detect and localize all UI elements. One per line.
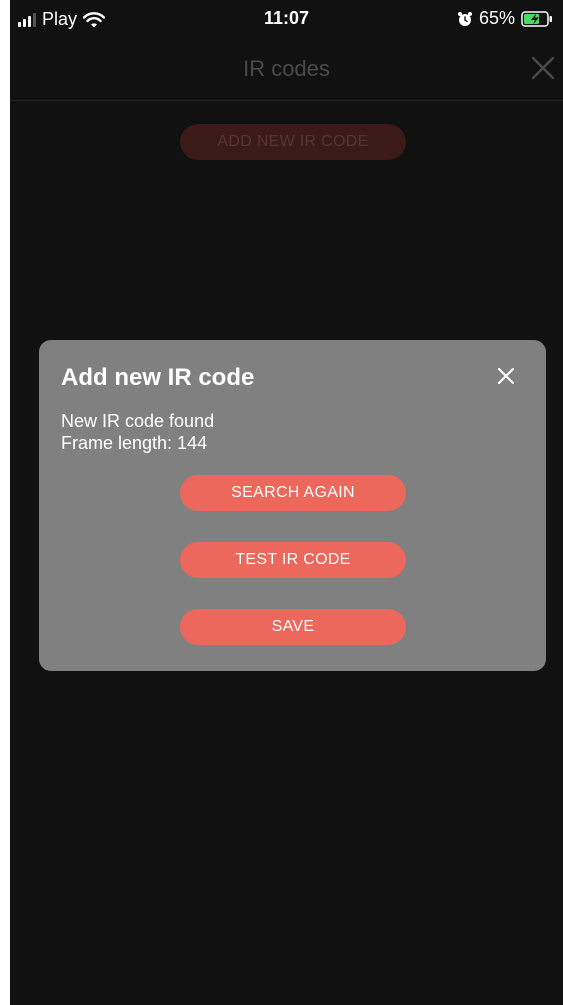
ir-code-found-text: New IR code found bbox=[61, 411, 215, 431]
add-ir-code-dialog: Add new IR code New IR code found Frame … bbox=[39, 340, 546, 671]
app-screen: Play 11:07 65% IR codes ADD NEW IR CODE … bbox=[10, 0, 563, 1005]
wifi-icon bbox=[83, 11, 106, 27]
status-left: Play bbox=[18, 9, 106, 30]
battery-percent: 65% bbox=[478, 8, 515, 28]
alarm-icon bbox=[457, 11, 472, 26]
test-ir-code-button[interactable]: TEST IR CODE bbox=[180, 542, 406, 578]
close-icon[interactable] bbox=[496, 366, 516, 386]
add-new-ir-code-button[interactable]: ADD NEW IR CODE bbox=[180, 124, 406, 160]
dialog-title: Add new IR code bbox=[61, 364, 255, 391]
frame-length-text: Frame length: 144 bbox=[61, 433, 208, 453]
page-title: IR codes bbox=[243, 56, 330, 81]
close-icon[interactable] bbox=[531, 56, 555, 80]
battery-icon bbox=[521, 10, 552, 27]
search-again-button[interactable]: SEARCH AGAIN bbox=[180, 475, 406, 511]
save-button[interactable]: SAVE bbox=[180, 609, 406, 645]
app-header: IR codes bbox=[10, 38, 563, 101]
carrier-label: Play bbox=[42, 9, 78, 29]
dialog-message: New IR code found Frame length: 144 bbox=[61, 410, 214, 454]
status-bar: Play 11:07 65% bbox=[10, 0, 563, 38]
signal-icon bbox=[18, 12, 36, 27]
status-right: 65% bbox=[457, 8, 553, 29]
